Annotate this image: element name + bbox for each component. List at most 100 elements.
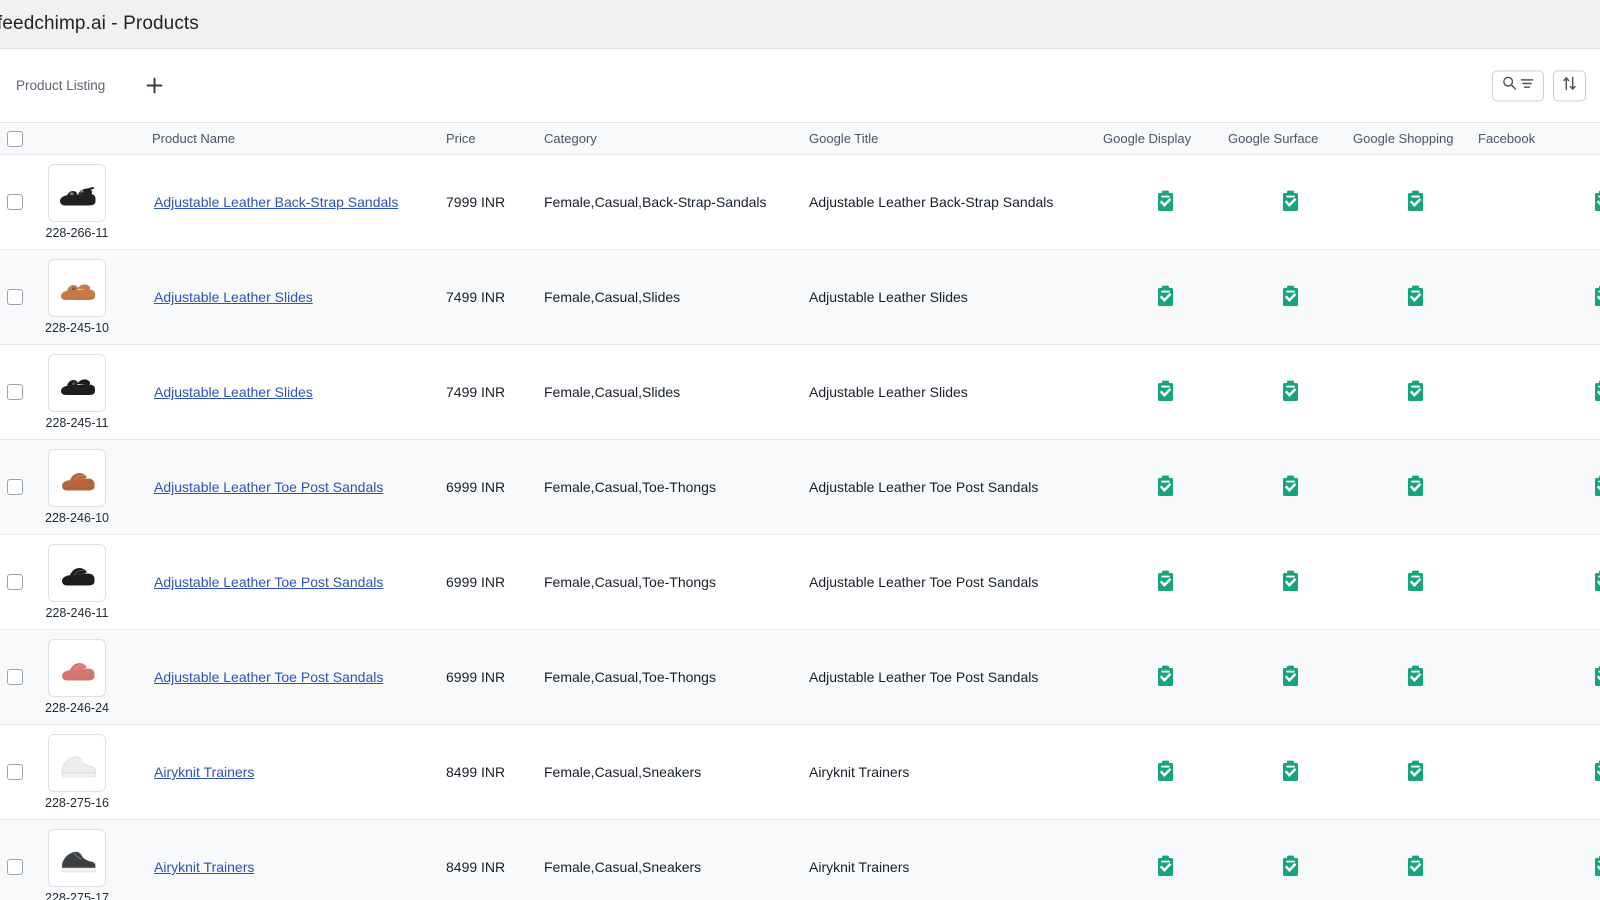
status-ok-clipboard-check-icon[interactable] <box>1593 665 1600 690</box>
status-ok-clipboard-check-icon[interactable] <box>1593 190 1600 215</box>
thumbnail-wrapper: 228-275-17 <box>45 829 109 900</box>
thumbnail-wrapper: 228-245-10 <box>45 259 109 335</box>
status-ok-clipboard-check-icon[interactable] <box>1281 855 1300 880</box>
row-checkbox[interactable] <box>7 289 23 305</box>
status-ok-clipboard-check-icon[interactable] <box>1156 760 1175 785</box>
header-price[interactable]: Price <box>446 122 544 155</box>
status-ok-clipboard-check-icon[interactable] <box>1406 665 1425 690</box>
add-tab-button[interactable] <box>141 73 167 99</box>
product-name-link[interactable]: Adjustable Leather Slides <box>152 384 313 400</box>
product-thumbnail-image[interactable] <box>48 449 106 507</box>
status-ok-clipboard-check-icon[interactable] <box>1281 760 1300 785</box>
status-ok-clipboard-check-icon[interactable] <box>1281 285 1300 310</box>
row-checkbox[interactable] <box>7 479 23 495</box>
product-name-link[interactable]: Adjustable Leather Back-Strap Sandals <box>152 194 398 210</box>
row-checkbox[interactable] <box>7 764 23 780</box>
product-thumbnail-image[interactable] <box>48 734 106 792</box>
status-ok-clipboard-check-icon[interactable] <box>1281 570 1300 595</box>
table-row[interactable]: 228-275-16 Airyknit Trainers 8499 INR Fe… <box>0 724 1600 820</box>
status-ok-clipboard-check-icon[interactable] <box>1156 285 1175 310</box>
status-ok-clipboard-check-icon[interactable] <box>1406 760 1425 785</box>
status-ok-clipboard-check-icon[interactable] <box>1156 380 1175 405</box>
status-ok-clipboard-check-icon[interactable] <box>1593 760 1600 785</box>
status-ok-clipboard-check-icon[interactable] <box>1406 285 1425 310</box>
sort-button[interactable] <box>1553 70 1586 101</box>
status-ok-clipboard-check-icon[interactable] <box>1593 380 1600 405</box>
cell-row-select <box>0 819 53 900</box>
row-checkbox[interactable] <box>7 859 23 875</box>
header-google-surface[interactable]: Google Surface <box>1228 122 1353 155</box>
cell-price: 6999 INR <box>446 439 544 535</box>
status-ok-clipboard-check-icon[interactable] <box>1593 570 1600 595</box>
product-name-link[interactable]: Adjustable Leather Toe Post Sandals <box>152 669 383 685</box>
status-ok-clipboard-check-icon[interactable] <box>1593 855 1600 880</box>
cell-facebook <box>1478 154 1600 250</box>
cell-product-name: Adjustable Leather Back-Strap Sandals <box>152 154 446 250</box>
table-row[interactable]: 228-246-24 Adjustable Leather Toe Post S… <box>0 629 1600 725</box>
status-ok-clipboard-check-icon[interactable] <box>1406 475 1425 500</box>
cell-google-display <box>1103 629 1228 725</box>
product-name-link[interactable]: Adjustable Leather Toe Post Sandals <box>152 574 383 590</box>
table-header: Product Name Price Category Google Title… <box>0 122 1600 155</box>
cell-google-display <box>1103 724 1228 820</box>
row-checkbox[interactable] <box>7 574 23 590</box>
header-facebook[interactable]: Facebook <box>1478 122 1600 155</box>
header-select-all <box>0 122 53 155</box>
cell-google-title: Adjustable Leather Slides <box>809 344 1103 440</box>
product-thumbnail-image[interactable] <box>48 259 106 317</box>
table-row[interactable]: 228-266-11 Adjustable Leather Back-Strap… <box>0 154 1600 250</box>
status-ok-clipboard-check-icon[interactable] <box>1156 855 1175 880</box>
cell-category: Female,Casual,Toe-Thongs <box>544 629 809 725</box>
search-filter-button[interactable] <box>1492 70 1544 101</box>
cell-google-shopping <box>1353 724 1478 820</box>
thumbnail-wrapper: 228-246-10 <box>45 449 109 525</box>
status-ok-clipboard-check-icon[interactable] <box>1156 190 1175 215</box>
table-row[interactable]: 228-275-17 Airyknit Trainers 8499 INR Fe… <box>0 819 1600 900</box>
status-ok-clipboard-check-icon[interactable] <box>1406 570 1425 595</box>
table-row[interactable]: 228-245-11 Adjustable Leather Slides 749… <box>0 344 1600 440</box>
row-checkbox[interactable] <box>7 384 23 400</box>
tab-product-listing[interactable]: Product Listing <box>14 74 107 97</box>
status-ok-clipboard-check-icon[interactable] <box>1281 190 1300 215</box>
window-titlebar: feedchimp.ai - Products <box>0 0 1600 49</box>
header-google-shopping[interactable]: Google Shopping <box>1353 122 1478 155</box>
product-thumbnail-image[interactable] <box>48 164 106 222</box>
table-row[interactable]: 228-246-11 Adjustable Leather Toe Post S… <box>0 534 1600 630</box>
toolbar-actions <box>1492 70 1586 101</box>
plus-icon <box>145 76 164 95</box>
product-name-link[interactable]: Airyknit Trainers <box>152 764 254 780</box>
row-checkbox[interactable] <box>7 194 23 210</box>
status-ok-clipboard-check-icon[interactable] <box>1406 855 1425 880</box>
status-ok-clipboard-check-icon[interactable] <box>1281 380 1300 405</box>
header-category[interactable]: Category <box>544 122 809 155</box>
cell-facebook <box>1478 249 1600 345</box>
header-google-title[interactable]: Google Title <box>809 122 1103 155</box>
status-ok-clipboard-check-icon[interactable] <box>1281 665 1300 690</box>
status-ok-clipboard-check-icon[interactable] <box>1406 380 1425 405</box>
product-thumbnail-image[interactable] <box>48 829 106 887</box>
status-ok-clipboard-check-icon[interactable] <box>1281 475 1300 500</box>
product-name-link[interactable]: Adjustable Leather Toe Post Sandals <box>152 479 383 495</box>
status-ok-clipboard-check-icon[interactable] <box>1593 475 1600 500</box>
row-checkbox[interactable] <box>7 669 23 685</box>
table-row[interactable]: 228-245-10 Adjustable Leather Slides 749… <box>0 249 1600 345</box>
product-name-link[interactable]: Airyknit Trainers <box>152 859 254 875</box>
product-name-link[interactable]: Adjustable Leather Slides <box>152 289 313 305</box>
status-ok-clipboard-check-icon[interactable] <box>1406 190 1425 215</box>
select-all-checkbox[interactable] <box>7 130 23 147</box>
header-product-name[interactable]: Product Name <box>152 122 446 155</box>
product-thumbnail-image[interactable] <box>48 354 106 412</box>
header-google-display[interactable]: Google Display <box>1103 122 1228 155</box>
cell-price: 8499 INR <box>446 819 544 900</box>
status-ok-clipboard-check-icon[interactable] <box>1156 475 1175 500</box>
product-sku: 228-246-24 <box>45 701 109 715</box>
product-thumbnail-image[interactable] <box>48 639 106 697</box>
status-ok-clipboard-check-icon[interactable] <box>1156 570 1175 595</box>
status-ok-clipboard-check-icon[interactable] <box>1156 665 1175 690</box>
table-row[interactable]: 228-246-10 Adjustable Leather Toe Post S… <box>0 439 1600 535</box>
product-sku: 228-266-11 <box>45 226 109 240</box>
table-body: 228-266-11 Adjustable Leather Back-Strap… <box>0 154 1600 900</box>
cell-google-shopping <box>1353 439 1478 535</box>
product-thumbnail-image[interactable] <box>48 544 106 602</box>
status-ok-clipboard-check-icon[interactable] <box>1593 285 1600 310</box>
